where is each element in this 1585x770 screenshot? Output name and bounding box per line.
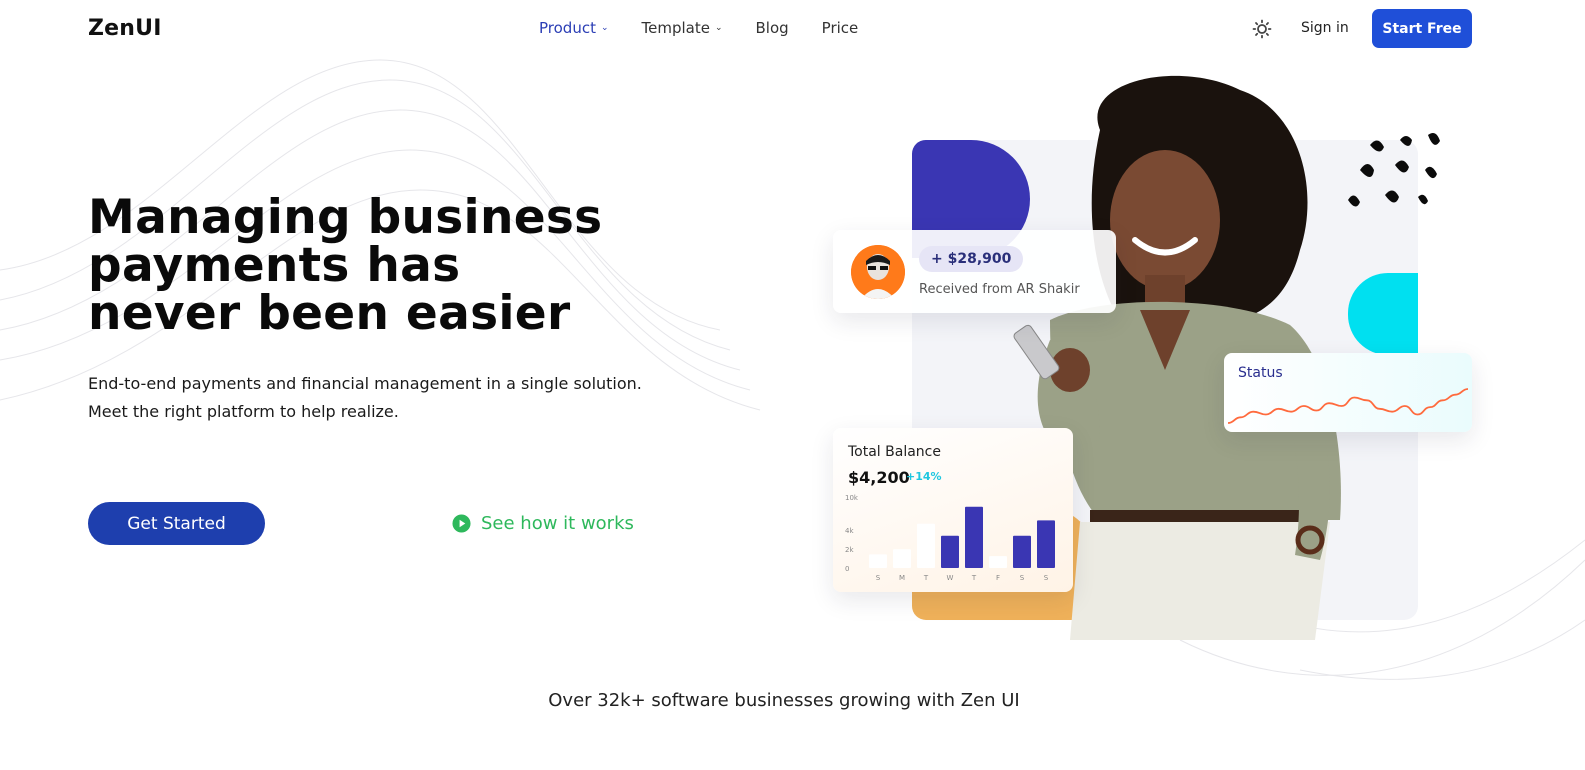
received-amount-badge: + $28,900 [919, 246, 1024, 272]
received-payment-card: + $28,900 Received from AR Shakir [833, 230, 1116, 313]
nav-item-label: Blog [755, 19, 789, 37]
balance-change-badge: +14% [906, 470, 942, 483]
total-balance-card: Total Balance $4,200 +14% 0 2k 4k 10k S M T W T F… [833, 428, 1073, 592]
start-free-button[interactable]: Start Free [1372, 9, 1472, 48]
logo[interactable]: ZenUI [88, 16, 162, 41]
sun-icon[interactable] [1252, 19, 1272, 39]
play-icon [452, 514, 471, 533]
hero-subtitle-line2: Meet the right platform to help realize. [88, 402, 399, 421]
bar [917, 523, 935, 568]
nav-item-label: Price [821, 19, 859, 37]
decorative-dots [1348, 133, 1440, 207]
x-tick-label: S [1044, 574, 1049, 582]
bar [893, 549, 911, 568]
x-tick-label: S [876, 574, 881, 582]
total-balance-label: Total Balance [848, 444, 941, 460]
x-tick-label: F [996, 574, 1000, 582]
nav-item-product[interactable]: Product ⌄ [539, 19, 609, 37]
bar [941, 535, 959, 568]
x-tick-label: T [923, 574, 929, 582]
chevron-down-icon: ⌄ [714, 23, 723, 33]
bar [1037, 520, 1055, 568]
nav-links: Product ⌄ Template ⌄ Blog Price [539, 19, 891, 37]
top-navbar: ZenUI Product ⌄ Template ⌄ Blog Price Si… [0, 0, 1585, 58]
bar [965, 506, 983, 568]
x-tick-label: W [947, 574, 954, 582]
see-how-it-works-label: See how it works [481, 513, 634, 534]
chevron-down-icon: ⌄ [600, 23, 609, 33]
x-tick-label: M [899, 574, 905, 582]
total-balance-value: $4,200 [848, 468, 910, 487]
nav-item-blog[interactable]: Blog [756, 19, 789, 37]
y-tick-label: 0 [845, 565, 849, 573]
status-line-chart [1227, 388, 1469, 424]
hero-subtitle: End-to-end payments and financial manage… [88, 370, 688, 426]
bar [869, 554, 887, 568]
bar [1013, 535, 1031, 568]
nav-item-label: Product [539, 19, 596, 37]
user-photo-icon [851, 245, 905, 299]
x-tick-label: T [971, 574, 977, 582]
received-from-text: Received from AR Shakir [919, 282, 1080, 297]
balance-bar-chart: 0 2k 4k 10k S M T W T F S S [845, 494, 1055, 582]
status-line-series [1227, 388, 1469, 424]
see-how-it-works-link[interactable]: See how it works [452, 513, 634, 534]
x-tick-label: S [1020, 574, 1025, 582]
bar [989, 556, 1007, 568]
trust-statement: Over 32k+ software businesses growing wi… [548, 690, 1020, 711]
avatar [851, 245, 905, 299]
get-started-button[interactable]: Get Started [88, 502, 265, 545]
status-card: Status [1224, 353, 1472, 432]
hero-subtitle-line1: End-to-end payments and financial manage… [88, 374, 642, 393]
sign-in-link[interactable]: Sign in [1301, 20, 1349, 36]
nav-item-label: Template [641, 19, 710, 37]
hero-title: Managing business payments has never bee… [88, 190, 603, 341]
hero-illustration: + $28,900 Received from AR Shakir Status… [800, 70, 1500, 640]
nav-item-price[interactable]: Price [822, 19, 859, 37]
y-tick-label: 4k [845, 527, 854, 535]
y-tick-label: 10k [845, 494, 859, 502]
nav-item-template[interactable]: Template ⌄ [642, 19, 723, 37]
y-tick-label: 2k [845, 546, 854, 554]
